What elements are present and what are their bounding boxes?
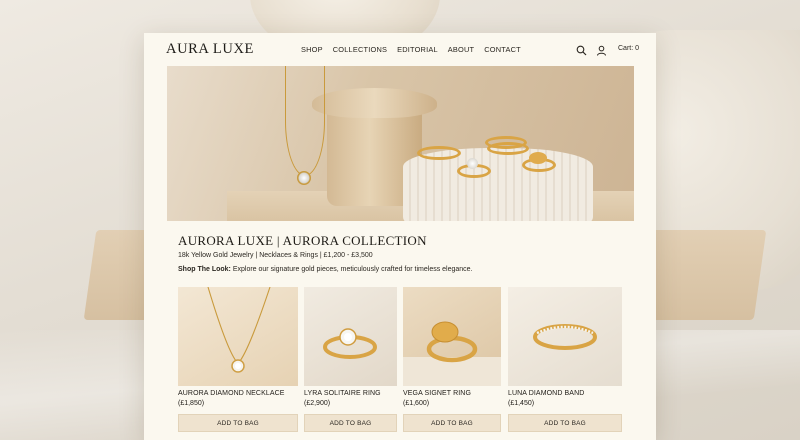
product-price: (£1,450) [508, 400, 535, 407]
top-nav: AURA LUXE SHOP COLLECTIONS EDITORIAL ABO… [144, 33, 656, 65]
hero-ring-band-3 [487, 142, 529, 155]
product-name[interactable]: LYRA SOLITAIRE RING [304, 390, 381, 397]
product-image-necklace[interactable] [178, 287, 298, 386]
nav-about[interactable]: ABOUT [448, 45, 474, 54]
nav-shop[interactable]: SHOP [301, 45, 323, 54]
hero-ring-band-1 [417, 146, 461, 160]
collection-title: AURORA LUXE | AURORA COLLECTION [178, 233, 427, 248]
add-to-bag-button[interactable]: ADD TO BAG [304, 414, 397, 432]
product-grid: AURORA DIAMOND NECKLACE (£1,850) ADD TO … [178, 287, 622, 437]
tagline-bold: Shop The Look: [178, 266, 231, 273]
product-name[interactable]: LUNA DIAMOND BAND [508, 390, 584, 397]
hero-pedestal-top [312, 88, 437, 118]
product-image-signet-ring[interactable] [403, 287, 501, 386]
hero-solitaire-stone [467, 158, 478, 169]
hero-signet-face [529, 152, 547, 164]
product-image-diamond-band[interactable] [508, 287, 622, 386]
add-to-bag-button[interactable]: ADD TO BAG [508, 414, 622, 432]
collection-tagline: Shop The Look: Explore our signature gol… [178, 266, 473, 273]
product-price: (£2,900) [304, 400, 331, 407]
brand-logo[interactable]: AURA LUXE [166, 41, 254, 58]
product-name[interactable]: VEGA SIGNET RING [403, 390, 471, 397]
product-name[interactable]: AURORA DIAMOND NECKLACE [178, 390, 285, 397]
hero-image [167, 66, 634, 221]
main-menu: SHOP COLLECTIONS EDITORIAL ABOUT CONTACT [301, 45, 531, 54]
website-page: AURA LUXE SHOP COLLECTIONS EDITORIAL ABO… [144, 33, 656, 440]
nav-actions: Cart: 0 [576, 43, 639, 56]
product-image-solitaire-ring[interactable] [304, 287, 397, 386]
add-to-bag-button[interactable]: ADD TO BAG [403, 414, 501, 432]
necklace-chain [285, 66, 325, 176]
tagline-text: Explore our signature gold pieces, metic… [230, 266, 473, 273]
user-icon[interactable] [596, 43, 607, 56]
product-price: (£1,850) [178, 400, 205, 407]
search-icon[interactable] [576, 43, 587, 56]
nav-collections[interactable]: COLLECTIONS [333, 45, 387, 54]
collection-subtitle: 18k Yellow Gold Jewelry | Necklaces & Ri… [178, 252, 373, 259]
nav-editorial[interactable]: EDITORIAL [397, 45, 438, 54]
add-to-bag-button[interactable]: ADD TO BAG [178, 414, 298, 432]
diamond-pendant [297, 171, 311, 185]
nav-contact[interactable]: CONTACT [484, 45, 521, 54]
cart-link[interactable]: Cart: 0 [618, 45, 639, 52]
product-price: (£1,600) [403, 400, 430, 407]
